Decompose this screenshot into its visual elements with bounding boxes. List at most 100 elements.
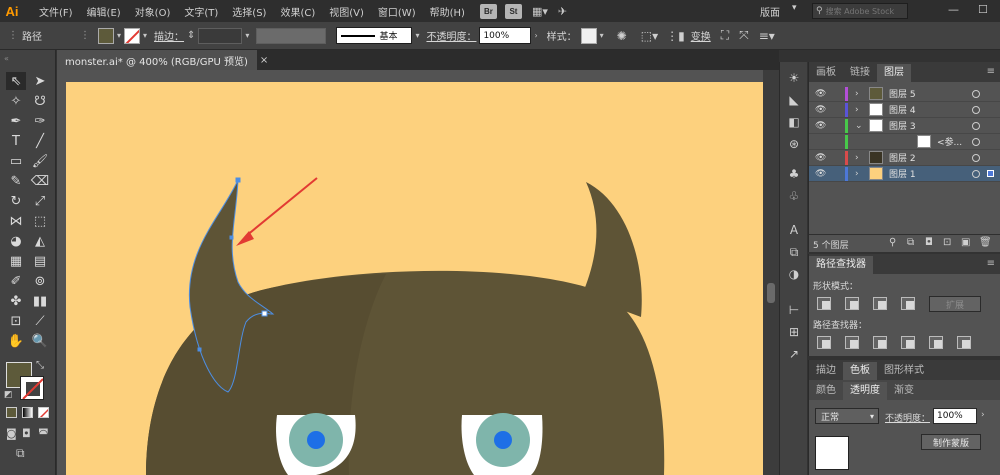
gradient-panel-icon[interactable]: ◧ [785, 114, 803, 130]
artboard-tool-icon[interactable]: ⊡ [6, 312, 26, 330]
magic-wand-tool-icon[interactable]: ✧ [6, 92, 26, 110]
zoom-tool-icon[interactable]: 🔍 [30, 332, 50, 350]
expand-arrow-icon[interactable]: › [855, 153, 859, 163]
transform-panel-icon[interactable]: ⊞ [785, 324, 803, 340]
rectangle-tool-icon[interactable]: ▭ [6, 152, 26, 170]
swap-fill-stroke-icon[interactable]: ⤡ [36, 360, 44, 371]
transparency-opacity-input[interactable] [933, 408, 977, 424]
reshape-icon[interactable]: ⤧ [739, 28, 749, 43]
target-circle-icon[interactable] [972, 137, 980, 146]
stroke-weight-dropdown-icon[interactable]: ▾ [245, 31, 249, 40]
layer-name[interactable]: 图层 3 [889, 119, 916, 132]
menu-window[interactable]: 窗口(W) [371, 4, 423, 19]
export-icon[interactable]: ↗ [785, 346, 803, 362]
new-sublayer-icon[interactable]: ⊡ [943, 237, 951, 248]
slice-tool-icon[interactable]: ⟋ [30, 312, 50, 330]
scrollbar-thumb[interactable] [767, 283, 775, 303]
gpu-performance-icon[interactable]: ✈ [558, 5, 567, 18]
arrange-documents-icon[interactable]: ▦▾ [532, 5, 548, 18]
type-tool-icon[interactable]: T [6, 132, 26, 150]
tab-graphic-styles[interactable]: 图形样式 [877, 362, 931, 380]
crop-button[interactable] [901, 336, 915, 349]
menu-type[interactable]: 文字(T) [177, 4, 225, 19]
tab-links[interactable]: 链接 [843, 64, 877, 82]
blend-tool-icon[interactable]: ⊚ [30, 272, 50, 290]
fill-dropdown-icon[interactable]: ▾ [117, 31, 121, 40]
brushes-icon[interactable]: ♣ [785, 166, 803, 182]
align-to-icon[interactable]: ⬚▾ [641, 29, 658, 43]
opacity-input[interactable] [479, 27, 532, 44]
target-circle-icon[interactable] [972, 153, 980, 162]
pen-tool-icon[interactable]: ✒ [6, 112, 26, 130]
stroke-swatch[interactable] [124, 27, 141, 44]
menu-help[interactable]: 帮助(H) [423, 4, 472, 19]
opacity-slider-arrow-icon[interactable]: › [981, 410, 985, 420]
blend-mode-select[interactable]: 正常 ▾ [815, 408, 879, 424]
panel-menu-icon[interactable]: ≡ [987, 66, 995, 77]
stroke-weight-label[interactable]: 描边： [154, 28, 184, 43]
close-icon[interactable]: × [260, 55, 268, 66]
collect-for-export-icon[interactable]: ⧉ [907, 237, 914, 248]
trim-button[interactable] [845, 336, 859, 349]
fill-swatch[interactable] [98, 27, 114, 44]
layer-name[interactable]: 图层 2 [889, 151, 916, 164]
outline-button[interactable] [929, 336, 943, 349]
stroke-stepper-icon[interactable]: ⇕ [187, 30, 195, 41]
panel-menu-icon[interactable]: ≡▾ [759, 29, 775, 43]
hand-tool-icon[interactable]: ✋ [6, 332, 26, 350]
brush-definition-field[interactable]: 基本 [336, 27, 413, 44]
draw-behind-icon[interactable]: ◘ [22, 427, 31, 440]
layer-name[interactable]: 图层 5 [889, 87, 916, 100]
divide-button[interactable] [817, 336, 831, 349]
canvas-area[interactable] [57, 70, 763, 475]
layer-row[interactable]: 👁 ⌄ 图层 3 [809, 118, 1000, 134]
free-transform-tool-icon[interactable]: ⬚ [30, 212, 50, 230]
visibility-eye-icon[interactable]: 👁 [815, 121, 826, 131]
tab-artboards[interactable]: 画板 [809, 64, 843, 82]
artboard[interactable] [66, 82, 763, 475]
transform-link[interactable]: 变换 [691, 28, 711, 43]
brush-dropdown-icon[interactable]: ▾ [415, 31, 419, 40]
anchor-point[interactable] [235, 177, 241, 183]
visibility-eye-icon[interactable]: 👁 [815, 105, 826, 115]
expand-arrow-icon[interactable]: › [855, 169, 859, 179]
target-circle-icon[interactable] [972, 89, 980, 98]
new-layer-icon[interactable]: ▣ [961, 237, 970, 248]
collapse-toolbar-icon[interactable]: « [4, 54, 9, 63]
expand-button[interactable]: 扩展 [929, 296, 981, 312]
variable-width-profile[interactable] [256, 27, 327, 44]
expand-arrow-icon[interactable]: › [855, 105, 859, 115]
anchor-point[interactable] [229, 235, 234, 240]
intersect-button[interactable] [873, 297, 887, 310]
selection-tool-icon[interactable]: ⇖ [6, 72, 26, 90]
mesh-tool-icon[interactable]: ▦ [6, 252, 26, 270]
expand-arrow-icon[interactable]: › [855, 89, 859, 99]
tab-color[interactable]: 颜色 [809, 382, 843, 400]
anchor-point[interactable] [197, 347, 202, 352]
visibility-eye-icon[interactable]: 👁 [815, 169, 826, 179]
search-stock-box[interactable]: ⚲ [812, 3, 908, 19]
character-icon[interactable]: A [785, 222, 803, 238]
curvature-tool-icon[interactable]: ✑ [30, 112, 50, 130]
selection-indicator[interactable] [987, 170, 994, 177]
menu-file[interactable]: 文件(F) [32, 4, 80, 19]
panel-menu-icon[interactable]: ≡ [987, 258, 995, 269]
style-dropdown-icon[interactable]: ▾ [600, 31, 604, 40]
target-circle-icon[interactable] [972, 169, 980, 178]
lasso-tool-icon[interactable]: ☋ [30, 92, 50, 110]
bridge-button[interactable]: Br [479, 3, 497, 19]
opacity-label[interactable]: 不透明度： [426, 28, 476, 43]
graphic-style-swatch[interactable] [580, 27, 597, 44]
target-circle-icon[interactable] [972, 105, 980, 114]
align-options-icon[interactable]: ⋮▮ [666, 29, 685, 43]
width-tool-icon[interactable]: ⋈ [6, 212, 26, 230]
opacity-stepper-icon[interactable]: › [534, 31, 537, 40]
layer-row[interactable]: 👁 › 图层 4 [809, 102, 1000, 118]
menu-edit[interactable]: 编辑(E) [80, 4, 128, 19]
image-trace-icon[interactable]: ⊛ [785, 136, 803, 152]
symbols-icon[interactable]: ♧ [785, 188, 803, 204]
unite-button[interactable] [817, 297, 831, 310]
locate-object-icon[interactable]: ⚲ [889, 237, 896, 248]
tab-transparency[interactable]: 透明度 [843, 382, 887, 400]
default-fill-stroke-icon[interactable]: ◩ [4, 390, 13, 400]
